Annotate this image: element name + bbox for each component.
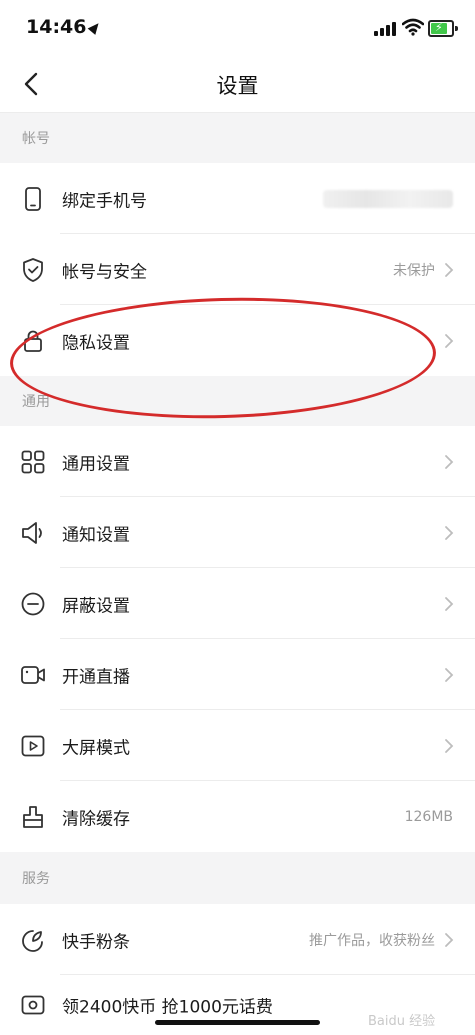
chevron-right-icon <box>445 525 454 540</box>
cellular-signal-icon <box>374 22 398 36</box>
row-label: 屏蔽设置 <box>62 596 130 616</box>
watermark: Baidu 经验 <box>368 1014 436 1029</box>
phone-icon <box>25 186 41 211</box>
chevron-right-icon <box>445 667 454 682</box>
settings-row-fan-promotion[interactable]: 快手粉条 推广作品，收获粉丝 <box>0 904 475 975</box>
location-arrow-icon <box>88 20 103 35</box>
row-value: 推广作品，收获粉丝 <box>309 932 435 949</box>
masked-phone-number <box>323 189 453 208</box>
shield-icon <box>23 257 43 282</box>
speaker-icon <box>22 521 42 544</box>
row-value: 未保护 <box>393 262 435 279</box>
row-label: 通用设置 <box>62 454 130 474</box>
section-header-account: 帐号 <box>0 113 475 163</box>
settings-row-account-security[interactable]: 帐号与安全 未保护 <box>0 234 475 305</box>
settings-row-general[interactable]: 通用设置 <box>0 426 475 497</box>
navigation-bar: 设置 <box>0 56 475 113</box>
settings-row-bind-phone[interactable]: 绑定手机号 <box>0 163 475 234</box>
chevron-right-icon <box>445 262 454 277</box>
chevron-right-icon <box>445 738 454 753</box>
row-label: 领2400快币 抢1000元话费 <box>62 997 273 1018</box>
settings-row-notifications[interactable]: 通知设置 <box>0 497 475 568</box>
block-icon <box>21 592 45 615</box>
clock-text: 14:46 <box>26 16 87 38</box>
fan-icon <box>22 929 43 952</box>
coin-icon <box>21 995 45 1015</box>
chevron-right-icon <box>445 596 454 611</box>
page-title: 设置 <box>216 74 259 98</box>
row-label: 大屏模式 <box>62 738 130 758</box>
home-indicator[interactable] <box>155 1020 320 1025</box>
chevron-right-icon <box>445 454 454 469</box>
play-screen-icon <box>21 735 45 756</box>
row-label: 清除缓存 <box>62 809 130 829</box>
row-label: 通知设置 <box>62 525 130 545</box>
status-bar: 14:46 ⚡ <box>0 0 475 56</box>
settings-row-privacy[interactable]: 隐私设置 <box>0 305 475 376</box>
row-label: 帐号与安全 <box>62 262 147 282</box>
row-label: 绑定手机号 <box>62 191 147 211</box>
row-label: 隐私设置 <box>62 333 130 353</box>
row-label: 快手粉条 <box>62 932 130 952</box>
status-time: 14:46 <box>26 16 103 38</box>
chevron-right-icon <box>445 333 454 348</box>
settings-row-block[interactable]: 屏蔽设置 <box>0 568 475 639</box>
settings-row-big-screen[interactable]: 大屏模式 <box>0 710 475 781</box>
chevron-right-icon <box>445 932 454 947</box>
camera-icon <box>21 665 45 684</box>
wifi-icon <box>402 18 424 36</box>
row-label: 开通直播 <box>62 667 130 687</box>
section-header-general: 通用 <box>0 376 475 426</box>
grid-icon <box>21 450 45 473</box>
cache-size-value: 126MB <box>404 808 453 825</box>
section-header-services: 服务 <box>0 852 475 904</box>
settings-row-clear-cache[interactable]: 清除缓存 126MB <box>0 781 475 852</box>
brush-icon <box>23 805 43 828</box>
lock-icon <box>24 330 42 352</box>
battery-icon: ⚡ <box>428 20 458 37</box>
settings-row-live[interactable]: 开通直播 <box>0 639 475 710</box>
